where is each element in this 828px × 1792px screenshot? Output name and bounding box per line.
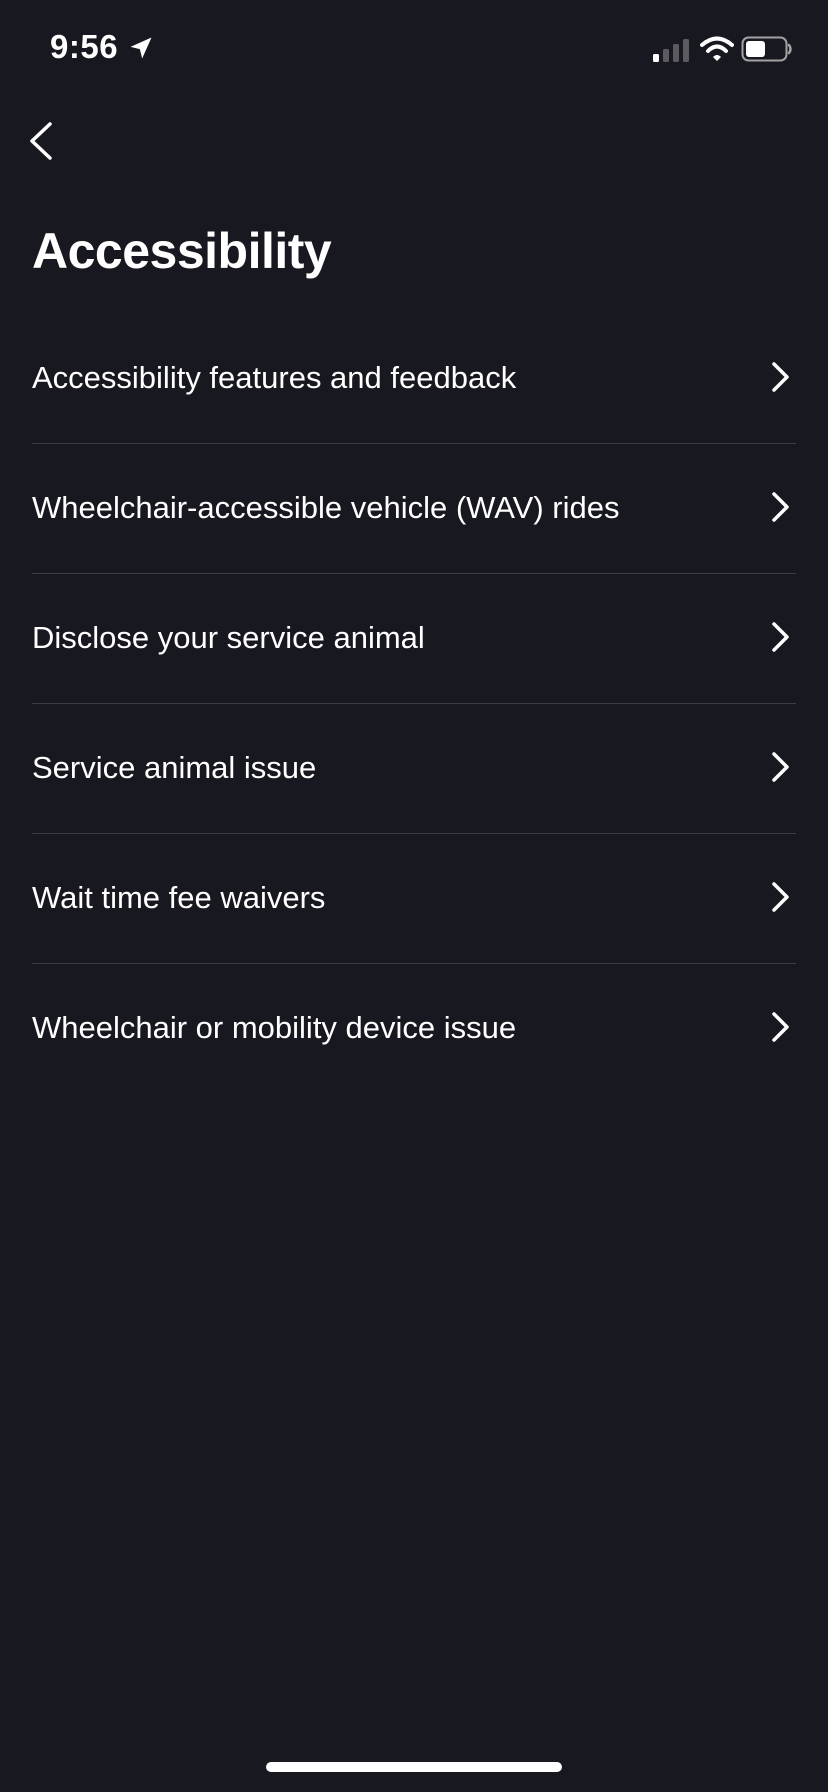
menu-list: Accessibility features and feedback Whee… <box>32 314 796 1093</box>
menu-item-label: Accessibility features and feedback <box>32 360 517 395</box>
chevron-right-icon <box>772 752 789 782</box>
status-time: 9:56 <box>50 28 119 65</box>
chevron-right-icon <box>772 882 789 912</box>
menu-item-wait-time-fee-waivers[interactable]: Wait time fee waivers <box>32 834 796 964</box>
menu-item-accessibility-features[interactable]: Accessibility features and feedback <box>32 314 796 444</box>
menu-item-wheelchair-mobility-issue[interactable]: Wheelchair or mobility device issue <box>32 964 796 1093</box>
menu-item-label: Wheelchair or mobility device issue <box>32 1010 517 1045</box>
chevron-right-icon <box>772 362 789 392</box>
wifi-icon <box>700 36 734 61</box>
home-indicator[interactable] <box>266 1762 562 1772</box>
menu-item-service-animal-issue[interactable]: Service animal issue <box>32 704 796 834</box>
status-bar: 9:56 <box>0 0 828 100</box>
page-title: Accessibility <box>32 223 332 279</box>
menu-item-label: Service animal issue <box>32 750 317 785</box>
menu-item-wav-rides[interactable]: Wheelchair-accessible vehicle (WAV) ride… <box>32 444 796 574</box>
chevron-left-icon <box>30 122 52 160</box>
chevron-right-icon <box>772 1012 789 1042</box>
cellular-signal-icon <box>653 39 689 62</box>
menu-item-label: Wait time fee waivers <box>32 880 326 915</box>
menu-item-label: Wheelchair-accessible vehicle (WAV) ride… <box>32 490 620 525</box>
location-arrow-icon <box>130 37 152 59</box>
chevron-right-icon <box>772 622 789 652</box>
battery-icon <box>741 36 792 62</box>
menu-item-disclose-service-animal[interactable]: Disclose your service animal <box>32 574 796 704</box>
chevron-right-icon <box>772 492 789 522</box>
menu-item-label: Disclose your service animal <box>32 620 425 655</box>
back-button[interactable] <box>20 108 80 172</box>
